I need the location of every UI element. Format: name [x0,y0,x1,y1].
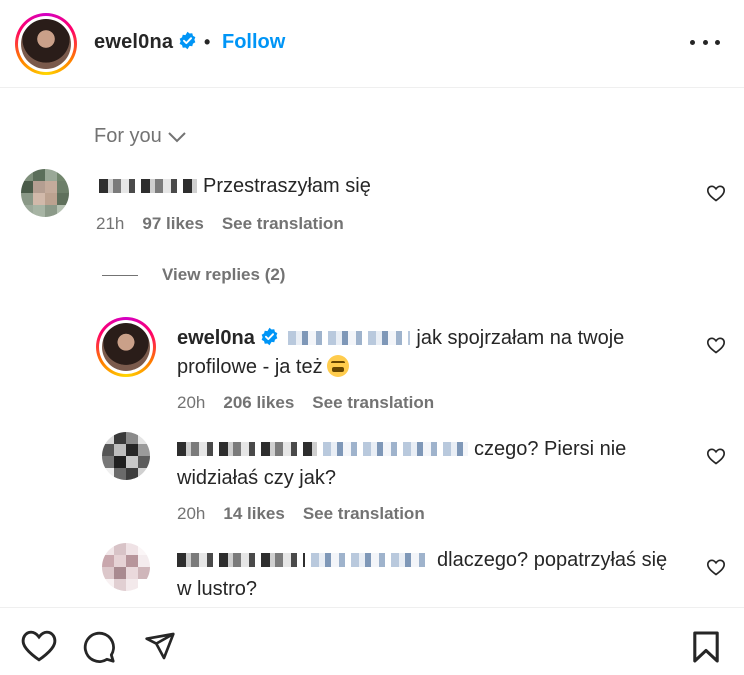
reply-meta: 20h 206 likes See translation [177,393,434,413]
verified-badge-icon [261,327,278,346]
comment-text: Przestraszyłam się [203,175,371,197]
post-header: ewel0na • Follow [0,0,744,88]
reply-body: dlaczego? popatrzyłaś się w lustro? [177,546,697,604]
reply-meta: 20h 14 likes See translation [177,504,425,524]
commenter-avatar[interactable] [21,169,69,217]
blurred-username[interactable] [99,179,197,193]
see-translation-link[interactable]: See translation [303,504,425,524]
reply-likes[interactable]: 14 likes [223,504,284,524]
avatar-photo [21,19,71,69]
reply-avatar[interactable] [102,543,150,591]
reply-username[interactable]: ewel0na [177,327,255,349]
tired-face-emoji-icon [326,355,349,377]
reply-text-line1: dlaczego? popatrzyłaś się [437,549,668,571]
reply-avatar[interactable] [102,432,150,480]
see-translation-link[interactable]: See translation [222,214,344,234]
view-replies-label: View replies (2) [162,265,286,284]
reply-text-line2: widziałaś czy jak? [177,467,336,489]
divider-line [102,274,138,276]
reply-text-line2: profilowe - ja też [177,356,323,378]
blurred-mention[interactable] [323,442,468,456]
chevron-down-icon [168,131,186,142]
reply-body: czego? Piersi nie widziałaś czy jak? [177,435,697,493]
like-reply-heart-icon[interactable] [706,446,726,466]
profile-avatar[interactable] [15,13,77,75]
action-bar [0,607,744,675]
view-replies-button[interactable]: View replies (2) [102,265,285,285]
like-reply-heart-icon[interactable] [706,557,726,577]
reply-time: 20h [177,504,206,523]
comment-meta: 21h 97 likes See translation [96,214,344,234]
reply-avatar-ewel0na[interactable] [96,317,156,377]
reply-time: 20h [177,393,206,412]
reply-text-line1: jak spojrzałam na twoje [416,327,625,349]
like-reply-heart-icon[interactable] [706,335,726,355]
more-options-icon[interactable] [690,30,720,54]
blurred-username[interactable] [177,442,317,456]
filter-label: For you [94,125,162,147]
reply-body: ewel0na jak spojrzałam na twoje profilow… [177,324,697,382]
heart-icon[interactable] [21,630,57,662]
reply-likes[interactable]: 206 likes [223,393,294,413]
username[interactable]: ewel0na [94,31,173,53]
verified-badge-icon [179,31,196,50]
blurred-mention[interactable] [311,553,431,567]
see-translation-link[interactable]: See translation [312,393,434,413]
comment-filter-dropdown[interactable]: For you [94,125,186,148]
comment-body: Przestraszyłam się [99,172,371,201]
bookmark-icon[interactable] [692,630,720,664]
follow-button[interactable]: Follow [222,31,285,54]
comment-icon[interactable] [82,630,116,664]
reply-text-line2: w lustro? [177,578,258,600]
blurred-mention[interactable] [288,331,411,345]
avatar-photo [102,323,150,371]
reply-text-line1: czego? Piersi nie [474,438,627,460]
username-container: ewel0na [94,31,197,54]
like-comment-heart-icon[interactable] [706,183,726,203]
blurred-username[interactable] [177,553,305,567]
share-icon[interactable] [143,630,177,662]
comment-likes[interactable]: 97 likes [142,214,203,234]
separator-dot: • [204,32,211,52]
comment-time: 21h [96,214,125,233]
